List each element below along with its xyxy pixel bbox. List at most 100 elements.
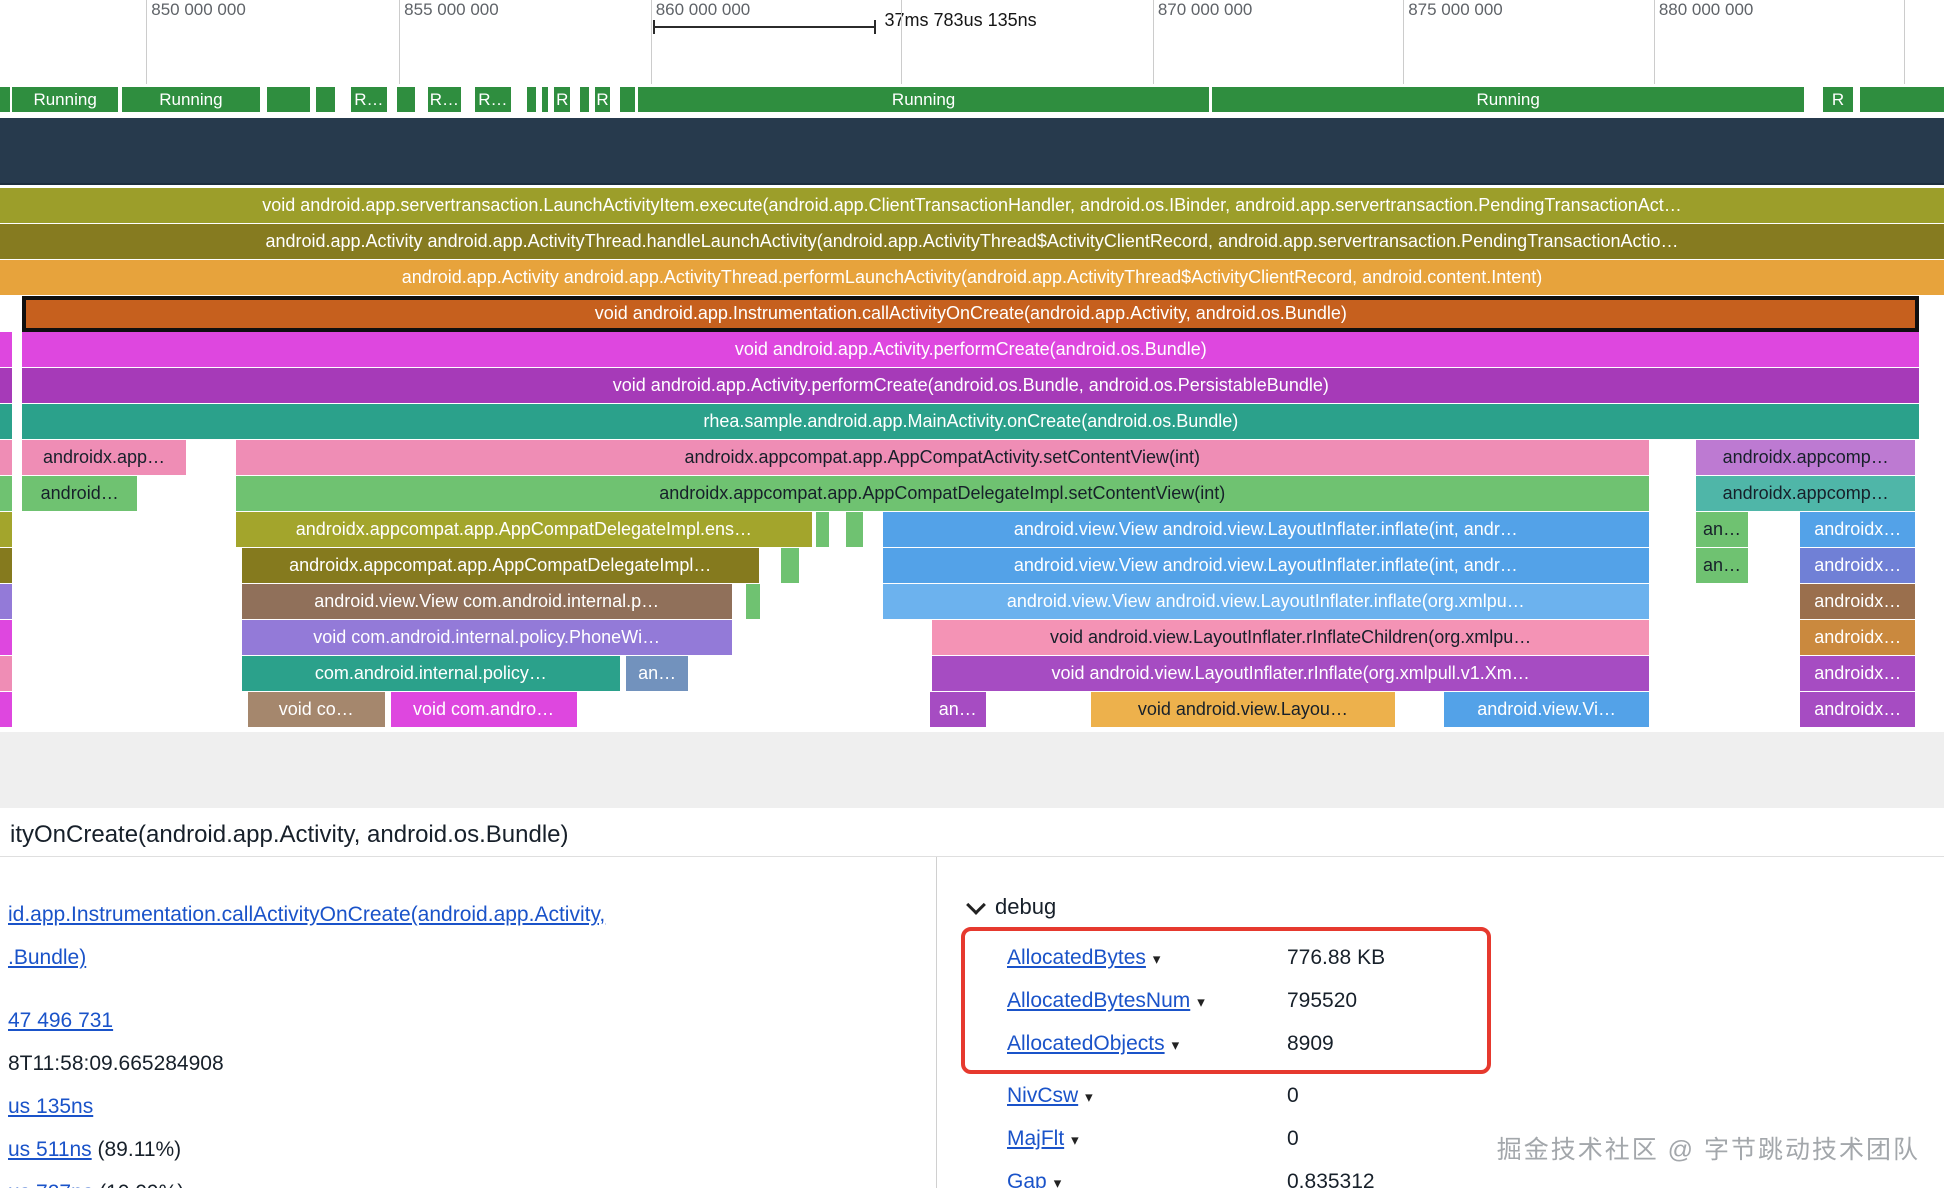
- flame-slice[interactable]: androidx…: [1800, 620, 1915, 655]
- timeline-ruler[interactable]: 37ms 783us 135ns 850 000 000855 000 0008…: [0, 0, 1944, 87]
- flame-slice[interactable]: androidx.appcompat.app.AppCompatActivity…: [236, 440, 1649, 475]
- flame-slice[interactable]: android…: [22, 476, 137, 511]
- debug-row: AllocatedBytes▾776.88 KB: [965, 936, 1487, 979]
- ruler-gridline: [1403, 0, 1404, 84]
- dropdown-caret-icon[interactable]: ▾: [1172, 1037, 1180, 1054]
- thread-state-slice[interactable]: [580, 87, 589, 112]
- detail-line: .Bundle): [8, 936, 936, 979]
- flame-slice[interactable]: void android.app.Activity.performCreate(…: [22, 332, 1919, 367]
- flame-slice[interactable]: [0, 440, 12, 475]
- flame-slice[interactable]: an…: [1696, 512, 1748, 547]
- debug-section-header[interactable]: debug: [961, 887, 1944, 927]
- collapsed-track[interactable]: [0, 118, 1944, 185]
- flame-slice[interactable]: android.view.View android.view.LayoutInf…: [883, 512, 1649, 547]
- detail-link[interactable]: us 135ns: [8, 1095, 93, 1118]
- debug-key-link[interactable]: AllocatedObjects: [1007, 1032, 1165, 1055]
- detail-link[interactable]: 47 496 731: [8, 1009, 113, 1032]
- debug-key-link[interactable]: Gap: [1007, 1170, 1047, 1188]
- thread-state-slice[interactable]: R…: [475, 87, 511, 112]
- thread-state-slice[interactable]: R: [1823, 87, 1854, 112]
- duration-marker-tick: [874, 20, 876, 34]
- debug-key-link[interactable]: NivCsw: [1007, 1084, 1078, 1107]
- thread-state-slice[interactable]: R: [554, 87, 570, 112]
- flame-slice[interactable]: [0, 548, 12, 583]
- flame-slice[interactable]: [0, 404, 12, 439]
- flame-slice[interactable]: androidx.appcomp…: [1696, 440, 1915, 475]
- thread-state-slice[interactable]: Running: [122, 87, 261, 112]
- detail-link[interactable]: id.app.Instrumentation.callActivityOnCre…: [8, 903, 605, 926]
- flame-slice[interactable]: rhea.sample.android.app.MainActivity.onC…: [22, 404, 1919, 439]
- flame-slice[interactable]: android.view.View com.android.internal.p…: [242, 584, 732, 619]
- flame-slice[interactable]: an…: [626, 656, 688, 691]
- thread-state-slice[interactable]: [527, 87, 536, 112]
- flame-slice[interactable]: androidx…: [1800, 656, 1915, 691]
- flame-slice[interactable]: void android.view.Layou…: [1091, 692, 1395, 727]
- dropdown-caret-icon[interactable]: ▾: [1197, 994, 1205, 1011]
- flame-slice[interactable]: [816, 512, 830, 547]
- flame-slice[interactable]: [0, 512, 12, 547]
- flame-slice[interactable]: androidx.appcompat.app.AppCompatDelegate…: [236, 512, 813, 547]
- dropdown-caret-icon[interactable]: ▾: [1054, 1175, 1062, 1188]
- flame-slice[interactable]: androidx.app…: [22, 440, 185, 475]
- flame-slice[interactable]: [0, 368, 12, 403]
- flame-slice[interactable]: [0, 332, 12, 367]
- debug-key-link[interactable]: MajFlt: [1007, 1127, 1064, 1150]
- flame-slice[interactable]: android.view.View android.view.LayoutInf…: [883, 548, 1649, 583]
- flame-slice[interactable]: void android.app.servertransaction.Launc…: [0, 188, 1944, 223]
- thread-state-slice[interactable]: [267, 87, 310, 112]
- ruler-tick-label: 860 000 000: [656, 0, 751, 20]
- flame-slice[interactable]: [0, 656, 12, 691]
- thread-state-slice[interactable]: [542, 87, 548, 112]
- thread-state-slice[interactable]: Running: [1212, 87, 1803, 112]
- dropdown-caret-icon[interactable]: ▾: [1071, 1132, 1079, 1149]
- flame-slice[interactable]: [846, 512, 863, 547]
- thread-state-slice[interactable]: Running: [12, 87, 117, 112]
- flame-slice[interactable]: android.app.Activity android.app.Activit…: [0, 224, 1944, 259]
- flame-slice[interactable]: [746, 584, 760, 619]
- flame-slice[interactable]: an…: [1696, 548, 1748, 583]
- debug-key: MajFlt ▾: [1007, 1117, 1287, 1160]
- flame-slice[interactable]: androidx.appcomp…: [1696, 476, 1915, 511]
- flame-slice[interactable]: [781, 548, 798, 583]
- flame-slice[interactable]: void co…: [248, 692, 384, 727]
- flame-slice[interactable]: [0, 620, 12, 655]
- flame-slice[interactable]: void android.view.LayoutInflater.rInflat…: [932, 656, 1649, 691]
- dropdown-caret-icon[interactable]: ▾: [1085, 1089, 1093, 1106]
- dropdown-caret-icon[interactable]: ▾: [1153, 951, 1161, 968]
- flame-slice[interactable]: android.view.Vi…: [1444, 692, 1649, 727]
- flame-slice[interactable]: androidx.appcompat.app.AppCompatDelegate…: [236, 476, 1649, 511]
- thread-state-slice[interactable]: [397, 87, 416, 112]
- thread-state-slice[interactable]: [316, 87, 335, 112]
- flame-slice[interactable]: androidx.appcompat.app.AppCompatDelegate…: [242, 548, 759, 583]
- flame-slice[interactable]: android.view.View android.view.LayoutInf…: [883, 584, 1649, 619]
- debug-key-link[interactable]: AllocatedBytesNum: [1007, 989, 1190, 1012]
- flame-slice[interactable]: void com.andro…: [391, 692, 577, 727]
- detail-link[interactable]: us 511ns: [8, 1138, 92, 1161]
- flame-slice[interactable]: void android.app.Instrumentation.callAct…: [22, 296, 1919, 332]
- thread-state-slice[interactable]: [1860, 87, 1944, 112]
- flame-slice[interactable]: [0, 476, 12, 511]
- flame-slice[interactable]: void android.view.LayoutInflater.rInflat…: [932, 620, 1649, 655]
- flame-slice[interactable]: com.android.internal.policy…: [242, 656, 620, 691]
- thread-state-slice[interactable]: [620, 87, 635, 112]
- flame-slice[interactable]: androidx…: [1800, 584, 1915, 619]
- flame-slice[interactable]: an…: [930, 692, 986, 727]
- thread-state-slice[interactable]: [0, 87, 10, 112]
- flame-slice[interactable]: androidx…: [1800, 512, 1915, 547]
- thread-state-slice[interactable]: R: [595, 87, 610, 112]
- thread-state-track: RunningRunningR…R…R…RRRunningRunningR: [0, 87, 1944, 112]
- thread-state-slice[interactable]: Running: [638, 87, 1208, 112]
- flame-slice[interactable]: androidx…: [1800, 692, 1915, 727]
- flame-slice[interactable]: void com.android.internal.policy.PhoneWi…: [242, 620, 732, 655]
- debug-key: NivCsw ▾: [1007, 1074, 1287, 1117]
- detail-link[interactable]: us 727ns: [8, 1181, 93, 1188]
- detail-link[interactable]: .Bundle): [8, 946, 86, 969]
- flame-slice[interactable]: [0, 692, 12, 727]
- thread-state-slice[interactable]: R…: [428, 87, 461, 112]
- flame-slice[interactable]: androidx…: [1800, 548, 1915, 583]
- flame-slice[interactable]: [0, 584, 12, 619]
- flame-slice[interactable]: void android.app.Activity.performCreate(…: [22, 368, 1919, 403]
- debug-key-link[interactable]: AllocatedBytes: [1007, 946, 1146, 969]
- flame-slice[interactable]: android.app.Activity android.app.Activit…: [0, 260, 1944, 295]
- thread-state-slice[interactable]: R…: [351, 87, 387, 112]
